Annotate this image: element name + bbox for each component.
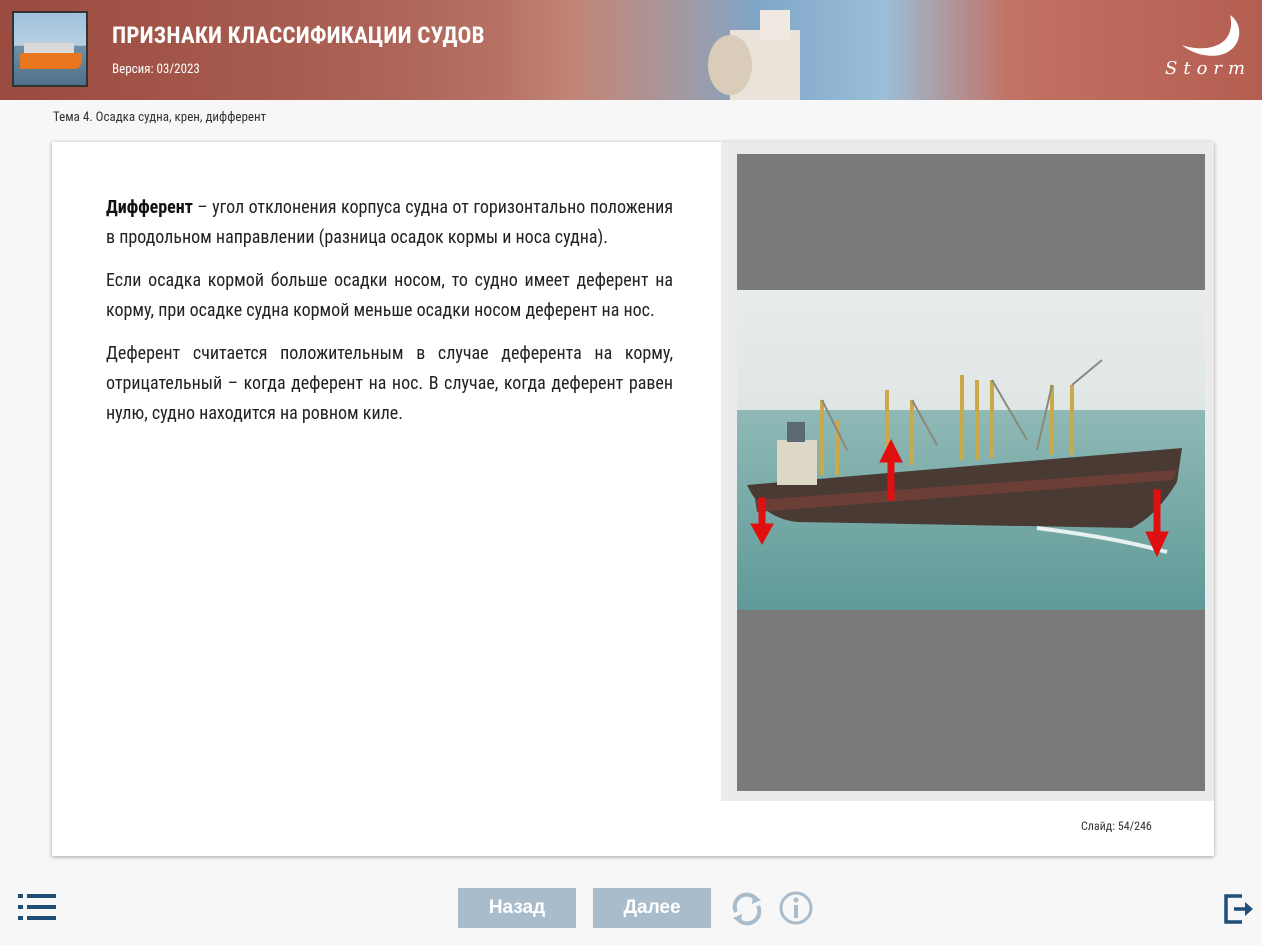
header-shade (0, 0, 1262, 100)
refresh-icon[interactable] (728, 890, 766, 928)
next-button[interactable]: Далее (593, 888, 711, 928)
back-button[interactable]: Назад (458, 888, 576, 928)
ship-trim-illustration (737, 290, 1205, 610)
info-icon[interactable] (778, 890, 814, 926)
term-bold: Дифферент (106, 197, 193, 218)
slide-text: Дифферент – угол отклонения корпуса судн… (106, 193, 673, 442)
paragraph-definition: Дифферент – угол отклонения корпуса судн… (106, 193, 673, 253)
storm-logo-text: Storm (1165, 58, 1252, 79)
image-frame (721, 142, 1214, 801)
image-background (737, 154, 1205, 791)
paragraph-stern-trim: Если осадка кормой больше осадки носом, … (106, 270, 673, 321)
topic-breadcrumb: Тема 4. Осадка судна, крен, дифферент (53, 110, 267, 125)
course-thumbnail (12, 11, 88, 87)
header-background-pipe (708, 10, 800, 100)
header-banner: ПРИЗНАКИ КЛАССИФИКАЦИИ СУДОВ Версия: 03/… (0, 0, 1262, 100)
exit-icon[interactable] (1222, 893, 1254, 925)
slide-counter: Слайд: 54/246 (1081, 819, 1152, 833)
paragraph-sign: Деферент считается положительным в случа… (106, 343, 673, 424)
menu-icon[interactable] (18, 893, 56, 921)
course-version: Версия: 03/2023 (112, 62, 200, 77)
slide-card: Дифферент – угол отклонения корпуса судн… (52, 142, 1214, 856)
course-title: ПРИЗНАКИ КЛАССИФИКАЦИИ СУДОВ (112, 22, 485, 49)
